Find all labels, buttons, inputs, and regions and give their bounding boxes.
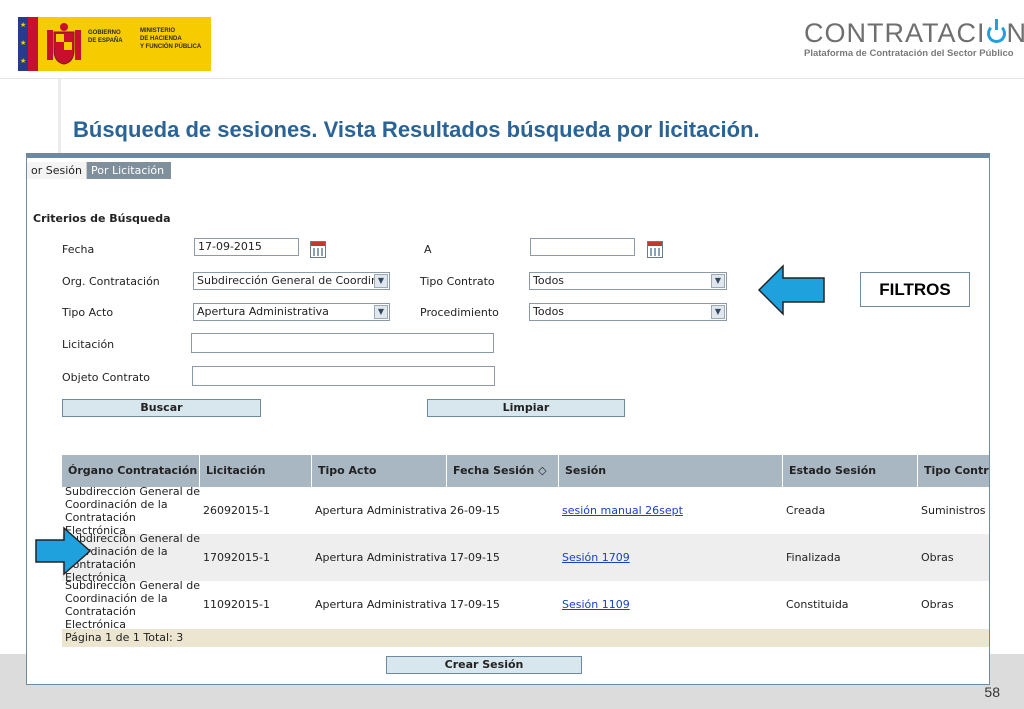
gobierno-logo: ★ ★ ★ GOBIERNO DE ESPAÑA MINISTERIO DE H… (18, 17, 211, 71)
cell-sesion: Sesión 1109 (559, 581, 783, 628)
cell-estado: Constituida (786, 598, 849, 611)
tipo-contrato-label: Tipo Contrato (420, 275, 495, 288)
cell-tipo-contrato: Suministros (921, 504, 986, 517)
filtros-callout: FILTROS (860, 272, 970, 307)
fecha-hasta-label: A (424, 243, 432, 256)
app-panel: or Sesión Por Licitación Criterios de Bú… (26, 153, 990, 685)
table-row: Subdirección General de Coordinación de … (62, 487, 989, 534)
sesion-link[interactable]: Sesión 1709 (562, 551, 630, 564)
calendar-icon[interactable] (310, 241, 326, 258)
sesion-link[interactable]: Sesión 1109 (562, 598, 630, 611)
results-pager: Página 1 de 1 Total: 3 (62, 629, 989, 647)
ministerio-label: MINISTERIO DE HACIENDA Y FUNCIÓN PÚBLICA (140, 28, 202, 50)
col-fecha-sesion[interactable]: Fecha Sesión ◇ (447, 455, 559, 487)
page-number: 58 (984, 684, 1000, 700)
procedimiento-select[interactable]: Todos ▼ (529, 303, 727, 321)
cell-licitacion: 11092015-1 (203, 598, 270, 611)
tab-por-sesion[interactable]: or Sesión (27, 162, 87, 179)
licitacion-input[interactable] (191, 333, 494, 353)
coat-of-arms-icon (47, 23, 81, 65)
cell-sesion: Sesión 1709 (559, 534, 783, 581)
cell-tipo-acto: Apertura Administrativa (315, 551, 447, 564)
criteria-title: Criterios de Búsqueda (33, 212, 171, 225)
procedimiento-label: Procedimiento (420, 306, 499, 319)
cell-fecha: 17-09-15 (450, 598, 500, 611)
table-row: Subdirección General de Coordinación de … (62, 534, 989, 581)
fecha-label: Fecha (62, 243, 95, 256)
col-tipo-contrato[interactable]: Tipo Contrat (918, 455, 989, 487)
table-row: Subdirección General de Coordinación de … (62, 581, 989, 628)
brand-name: CONTRATACI N (804, 18, 1024, 48)
buscar-button[interactable]: Buscar (62, 399, 261, 417)
objeto-contrato-label: Objeto Contrato (62, 371, 151, 384)
slide-title: Búsqueda de sesiones. Vista Resultados b… (73, 117, 760, 142)
star-icon: ★ (20, 21, 27, 29)
fecha-input[interactable]: 17-09-2015 (194, 238, 299, 256)
col-sesion[interactable]: Sesión (559, 455, 783, 487)
org-contratacion-select[interactable]: Subdirección General de Coordin ▼ (193, 272, 390, 290)
calendar-icon[interactable] (647, 241, 663, 258)
sesion-link[interactable]: sesión manual 26sept (562, 504, 683, 517)
crear-sesion-button[interactable]: Crear Sesión (386, 656, 582, 674)
brand-subtitle: Plataforma de Contratación del Sector Pú… (804, 48, 1014, 59)
cell-estado: Creada (786, 504, 826, 517)
limpiar-button[interactable]: Limpiar (427, 399, 625, 417)
cell-organo: Subdirección General de Coordinación de … (65, 581, 200, 628)
cell-fecha: 26-09-15 (450, 504, 500, 517)
cell-licitacion: 17092015-1 (203, 551, 270, 564)
cell-fecha: 17-09-15 (450, 551, 500, 564)
fecha-hasta-input[interactable] (530, 238, 635, 256)
cell-tipo-contrato: Obras (921, 551, 954, 564)
org-contratacion-label: Org. Contratación (62, 275, 160, 288)
chevron-down-icon: ▼ (374, 305, 388, 319)
licitacion-label: Licitación (62, 338, 115, 351)
power-icon (986, 19, 1006, 43)
panel-top-border (27, 154, 989, 158)
col-estado-sesion[interactable]: Estado Sesión (783, 455, 918, 487)
sort-updown-icon[interactable]: ◇ (538, 464, 546, 477)
cell-estado: Finalizada (786, 551, 841, 564)
tab-por-licitacion[interactable]: Por Licitación (87, 162, 171, 179)
gobierno-label: GOBIERNO DE ESPAÑA (88, 30, 123, 44)
tipo-acto-select[interactable]: Apertura Administrativa ▼ (193, 303, 390, 321)
chevron-down-icon: ▼ (374, 274, 388, 288)
star-icon: ★ (20, 39, 27, 47)
cell-tipo-acto: Apertura Administrativa (315, 504, 447, 517)
cell-licitacion: 26092015-1 (203, 504, 270, 517)
col-organo[interactable]: Órgano Contratación (62, 455, 200, 487)
arrow-left-icon (757, 264, 825, 316)
chevron-down-icon: ▼ (711, 274, 725, 288)
cell-tipo-acto: Apertura Administrativa (315, 598, 447, 611)
star-icon: ★ (20, 57, 27, 65)
chevron-down-icon: ▼ (711, 305, 725, 319)
col-licitacion[interactable]: Licitación (200, 455, 312, 487)
cell-sesion: sesión manual 26sept (559, 487, 783, 534)
tipo-contrato-select[interactable]: Todos ▼ (529, 272, 727, 290)
objeto-contrato-input[interactable] (192, 366, 495, 386)
cell-tipo-contrato: Obras (921, 598, 954, 611)
col-tipo-acto[interactable]: Tipo Acto (312, 455, 447, 487)
arrow-right-icon (35, 526, 92, 576)
tipo-acto-label: Tipo Acto (62, 306, 114, 319)
contratacion-brand: CONTRATACI N Plataforma de Contratación d… (804, 18, 1024, 59)
results-header: Órgano Contratación Licitación Tipo Acto… (62, 455, 989, 487)
